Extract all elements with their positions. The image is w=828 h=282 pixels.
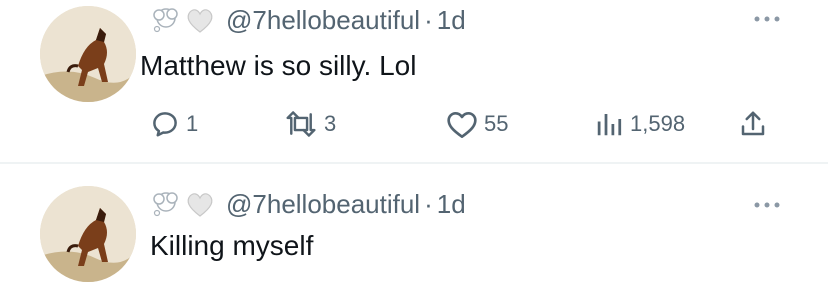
tweet-header: @7hellobeautiful · 1d: [150, 188, 466, 220]
like-count: 55: [484, 111, 509, 136]
reply-count: 1: [186, 111, 199, 136]
share-button[interactable]: [738, 104, 768, 144]
tweet-text: Killing myself: [150, 230, 314, 261]
tweet[interactable]: @7hellobeautiful · 1d Killing myself: [0, 166, 828, 282]
thought-bubble-icon: [153, 8, 178, 33]
like-button[interactable]: 55: [446, 104, 508, 144]
reply-icon: [153, 112, 177, 137]
reply-button[interactable]: 1: [150, 104, 198, 144]
share-icon: [741, 111, 765, 136]
thought-bubble-icon: [153, 192, 178, 217]
user-handle[interactable]: @7hellobeautiful: [226, 5, 420, 36]
more-options-icon[interactable]: [752, 200, 782, 210]
white-heart-icon: [187, 193, 213, 217]
avatar[interactable]: [40, 6, 136, 102]
user-handle[interactable]: @7hellobeautiful: [226, 189, 420, 220]
more-options-icon[interactable]: [752, 14, 782, 24]
views-button[interactable]: 1,598: [594, 104, 685, 144]
tweet[interactable]: @7hellobeautiful · 1d Matthew is so sill…: [0, 0, 828, 162]
retweet-button[interactable]: 3: [284, 104, 336, 144]
divider: [0, 162, 828, 164]
action-bar: 1 3 55 1,598: [150, 104, 790, 144]
timestamp[interactable]: 1d: [437, 5, 466, 36]
retweet-count: 3: [324, 111, 337, 136]
white-heart-icon: [187, 9, 213, 33]
avatar[interactable]: [40, 186, 136, 282]
retweet-icon: [286, 111, 316, 137]
separator: ·: [424, 4, 433, 35]
horse-avatar-icon: [40, 6, 136, 102]
tweet-text: Matthew is so silly. Lol: [140, 50, 417, 81]
separator: ·: [424, 188, 433, 219]
like-icon: [447, 112, 477, 138]
views-icon: [597, 114, 622, 136]
horse-avatar-icon: [40, 186, 136, 282]
view-count: 1,598: [630, 111, 686, 136]
timestamp[interactable]: 1d: [437, 189, 466, 220]
tweet-header: @7hellobeautiful · 1d: [150, 4, 466, 36]
